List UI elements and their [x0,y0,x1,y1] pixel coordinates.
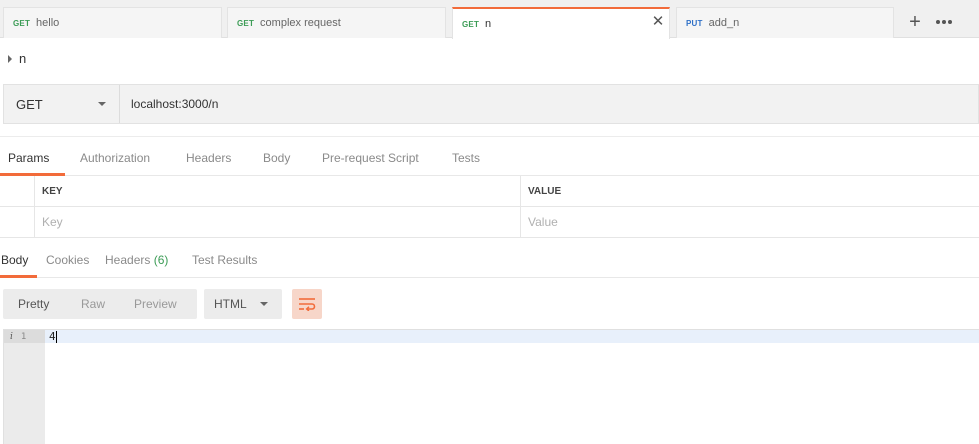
tab-body[interactable]: Body [263,151,290,165]
raw-button[interactable]: Raw [81,297,105,311]
key-placeholder: Key [42,215,63,229]
tab-method: GET [13,18,31,28]
chevron-down-icon [260,302,268,306]
params-table: KEY VALUE Key Value [0,176,979,238]
tab-params[interactable]: Params [8,151,49,165]
value-column-header: VALUE [521,176,979,206]
tab-label: add_n [708,17,740,29]
tab-method: GET [462,19,480,29]
tab-cookies[interactable]: Cookies [46,253,89,267]
active-response-tab-indicator [0,275,37,278]
line-number: 1 [20,331,27,342]
table-header-row: KEY VALUE [0,176,979,207]
editor-gutter [4,330,45,444]
key-column-header: KEY [35,176,521,206]
wrap-lines-icon [299,298,316,311]
request-tab-add-n[interactable]: PUT add_n [676,7,894,38]
chevron-down-icon [98,102,106,106]
table-row: Key Value [0,207,979,238]
tab-response-body[interactable]: Body [1,253,28,267]
tab-response-headers[interactable]: Headers (6) [105,253,168,267]
tab-bar: GET hello GET complex request GET n ✕ PU… [0,0,979,39]
tab-headers[interactable]: Headers [186,151,231,165]
tab-label: complex request [260,17,341,29]
url-bar: GET [3,84,979,124]
url-input[interactable] [120,85,978,123]
format-select[interactable]: HTML [204,289,282,319]
tab-authorization[interactable]: Authorization [80,151,150,165]
method-select-value: GET [16,96,43,112]
new-tab-button[interactable]: + [901,7,929,37]
key-header-label: KEY [42,185,63,197]
view-mode-toggle: Pretty Raw Preview [3,289,197,319]
value-placeholder: Value [528,215,558,229]
tab-tests[interactable]: Tests [452,151,480,165]
response-body-editor[interactable]: i 1 4 [3,329,979,444]
format-select-value: HTML [214,297,247,311]
tab-method: PUT [686,18,703,28]
tab-pre-request-script[interactable]: Pre-request Script [322,151,419,165]
value-input[interactable]: Value [521,207,979,237]
info-icon: i [10,331,13,342]
request-tab-n[interactable]: GET n ✕ [452,7,670,39]
key-input[interactable]: Key [35,207,521,237]
pretty-button[interactable]: Pretty [18,297,49,311]
text-cursor [56,331,57,343]
response-tabs: Body Cookies Headers (6) Test Results [0,238,979,278]
close-icon[interactable]: ✕ [650,14,666,30]
request-name: n [19,51,27,66]
row-checkbox[interactable] [0,207,35,237]
plus-icon: + [909,10,921,33]
request-tab-hello[interactable]: GET hello [3,7,222,38]
caret-right-icon[interactable] [8,54,12,63]
tab-label: hello [36,17,60,29]
checkbox-column-header [0,176,35,206]
active-line-highlight [45,330,979,343]
request-tabs: Params Authorization Headers Body Pre-re… [0,136,979,176]
wrap-lines-button[interactable] [292,289,322,319]
preview-button[interactable]: Preview [134,297,177,311]
more-horizontal-icon [936,20,952,24]
gutter-row: i 1 [4,330,45,343]
headers-count-badge: (6) [153,253,169,267]
value-header-label: VALUE [528,185,562,197]
method-select[interactable]: GET [4,85,120,123]
tab-method: GET [237,18,255,28]
request-tab-complex-request[interactable]: GET complex request [227,7,446,38]
request-name-row[interactable]: n [8,51,26,66]
tab-label: n [485,18,492,30]
tab-test-results[interactable]: Test Results [192,253,257,267]
more-tabs-button[interactable] [930,7,958,37]
response-content[interactable]: 4 [49,330,56,343]
response-headers-label: Headers [105,253,151,267]
